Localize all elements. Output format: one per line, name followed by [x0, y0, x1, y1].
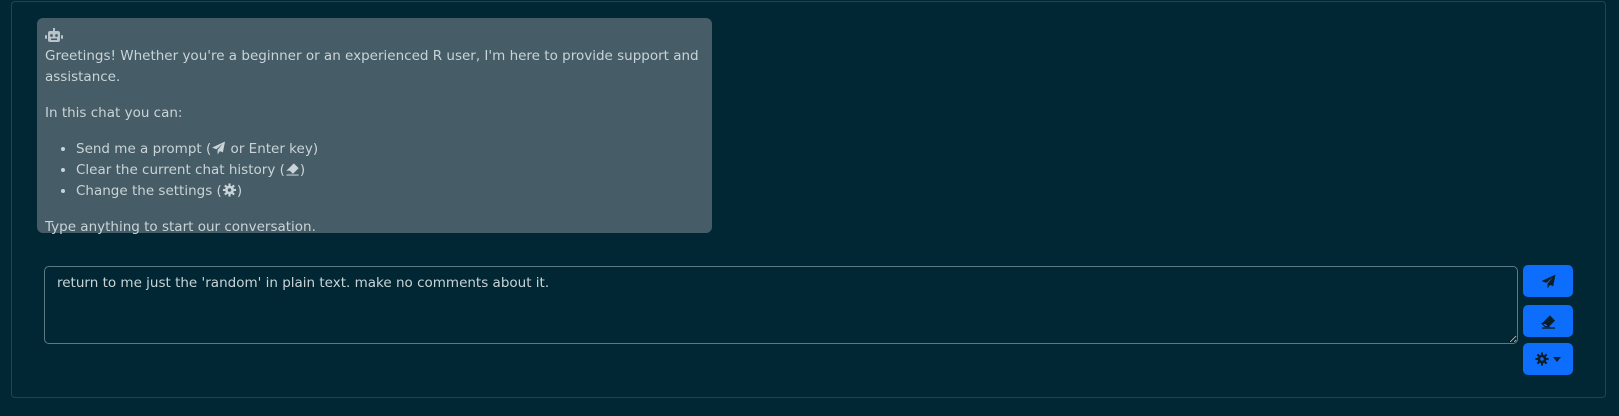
outro-text: Type anything to start our conversation.: [45, 219, 316, 235]
settings-button[interactable]: [1523, 343, 1573, 375]
feature-text-after: ): [299, 162, 306, 178]
robot-icon: [45, 28, 63, 42]
gear-icon: [222, 183, 236, 197]
eraser-icon: [1540, 314, 1555, 329]
paper-plane-icon: [1541, 274, 1556, 288]
feature-list: Send me a prompt ( or Enter key) Clear t…: [45, 139, 704, 202]
prompt-input[interactable]: [44, 266, 1518, 344]
list-item: Clear the current chat history (): [76, 160, 704, 181]
list-item: Send me a prompt ( or Enter key): [76, 139, 704, 160]
gear-icon: [1535, 352, 1549, 366]
chat-container: Greetings! Whether you're a beginner or …: [11, 1, 1606, 398]
assistant-message: Greetings! Whether you're a beginner or …: [37, 18, 712, 235]
feature-text-after: or Enter key): [226, 141, 319, 157]
send-button[interactable]: [1523, 265, 1573, 297]
feature-text-after: ): [236, 183, 243, 199]
feature-text-before: Clear the current chat history (: [76, 162, 285, 178]
greeting-text: Greetings! Whether you're a beginner or …: [45, 48, 699, 85]
caret-down-icon: [1553, 356, 1561, 362]
eraser-icon: [286, 163, 299, 176]
clear-history-button[interactable]: [1523, 305, 1573, 337]
intro-text: In this chat you can:: [45, 105, 183, 121]
paper-plane-icon: [212, 141, 226, 155]
feature-text-before: Change the settings (: [76, 183, 222, 199]
feature-text-before: Send me a prompt (: [76, 141, 212, 157]
list-item: Change the settings (): [76, 181, 704, 202]
